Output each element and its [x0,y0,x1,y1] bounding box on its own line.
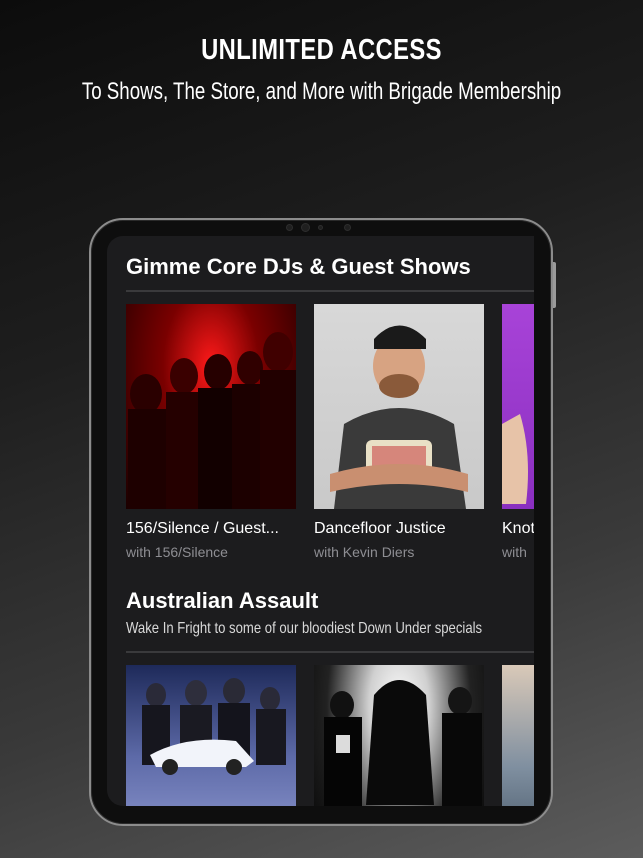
section-divider [126,651,534,653]
show-artwork [502,665,534,806]
show-host: with [502,544,527,560]
show-title: Dancefloor Justice [314,520,446,537]
show-title: Knot [502,520,534,537]
camera-sensor-bar [283,223,355,232]
section-subtitle: Wake In Fright to some of our bloodiest … [126,620,483,637]
section-title: Australian Assault [126,588,319,613]
show-card[interactable]: Knot with [502,304,534,564]
show-card[interactable] [502,665,534,806]
show-artwork [126,665,296,806]
device-side-button [553,262,556,308]
show-host: with 156/Silence [126,544,228,560]
show-card[interactable] [126,665,296,806]
section-title: Gimme Core DJs & Guest Shows [126,254,471,279]
section-divider [126,290,534,292]
show-card[interactable]: 156/Silence / Guest... with 156/Silence [126,304,296,564]
promo-title: UNLIMITED ACCESS [201,34,442,66]
show-artwork [314,665,484,806]
show-card[interactable]: Dancefloor Justice with Kevin Diers [314,304,484,564]
show-card[interactable] [314,665,484,806]
show-artwork [502,304,534,509]
show-title: 156/Silence / Guest... [126,520,279,537]
show-artwork [126,304,296,509]
show-host: with Kevin Diers [314,544,415,560]
show-artwork [314,304,484,509]
promo-subtitle: To Shows, The Store, and More with Briga… [81,78,562,105]
app-screen: Gimme Core DJs & Guest Shows 156/Silence [107,236,534,806]
